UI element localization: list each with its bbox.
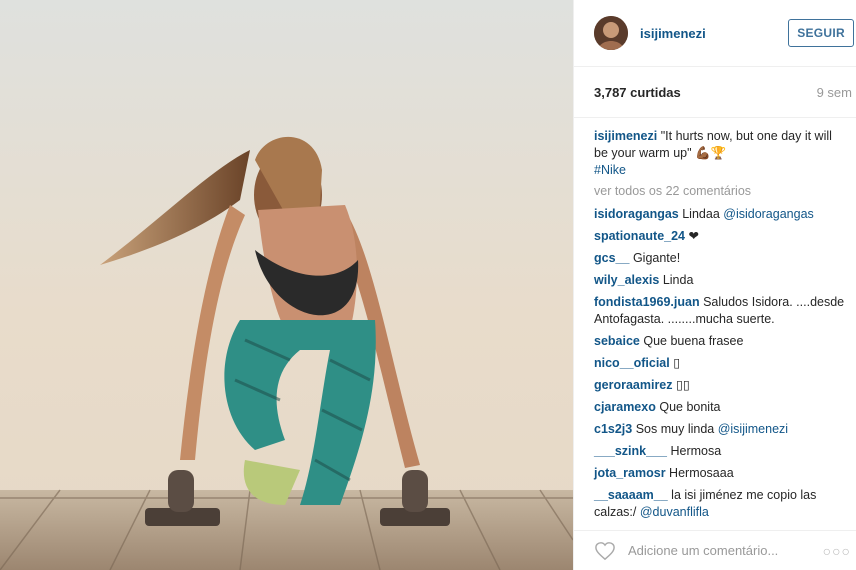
comment-username[interactable]: isidoragangas xyxy=(594,207,679,221)
comment-username[interactable]: cjaramexo xyxy=(594,400,656,414)
post-header: isijimenezi SEGUIR xyxy=(574,0,856,67)
comment-username[interactable]: __saaaam__ xyxy=(594,488,668,502)
comment-item: jota_ramosr Hermosaaa xyxy=(594,465,846,482)
comment-username[interactable]: c1s2j3 xyxy=(594,422,632,436)
caption-hashtag[interactable]: #Nike xyxy=(594,162,846,179)
comment-username[interactable]: fondista1969.juan xyxy=(594,295,700,309)
post-meta: 3,787 curtidas 9 sem xyxy=(574,67,856,118)
comment-username[interactable]: gcs__ xyxy=(594,251,629,265)
comment-username[interactable]: nico__oficial xyxy=(594,356,670,370)
comment-item: nico__oficial ▯ xyxy=(594,355,846,372)
header-username[interactable]: isijimenezi xyxy=(640,26,788,41)
more-icon[interactable]: ○○○ xyxy=(823,543,851,559)
comment-text: Gigante! xyxy=(632,251,681,265)
comment-text: Que buena frasee xyxy=(643,334,744,348)
comment-text: ▯▯ xyxy=(676,378,690,392)
comment-item: ___szink___ Hermosa xyxy=(594,443,846,460)
avatar[interactable] xyxy=(594,16,628,50)
follow-button[interactable]: SEGUIR xyxy=(788,19,854,47)
comment-text: ▯ xyxy=(673,356,681,370)
comment-item: c1s2j3 Sos muy linda @isijimenezi xyxy=(594,421,846,438)
comments-section: isijimenezi "It hurts now, but one day i… xyxy=(574,118,856,521)
comment-username[interactable]: geroraamirez xyxy=(594,378,673,392)
comment-mention[interactable]: @isidoragangas xyxy=(723,207,814,221)
caption-username[interactable]: isijimenezi xyxy=(594,129,657,143)
comment-username[interactable]: spationaute_24 xyxy=(594,229,685,243)
avatar-image xyxy=(594,16,628,50)
photo-illustration xyxy=(0,0,573,570)
post-container: isijimenezi SEGUIR 3,787 curtidas 9 sem … xyxy=(0,0,856,570)
post-photo[interactable] xyxy=(0,0,573,570)
comment-text: Hermosa xyxy=(670,444,722,458)
comment-text: Linda xyxy=(662,273,694,287)
heart-icon[interactable] xyxy=(594,541,616,561)
comment-text: Lindaa xyxy=(682,207,724,221)
comment-item: geroraamirez ▯▯ xyxy=(594,377,846,394)
comment-username[interactable]: ___szink___ xyxy=(594,444,667,458)
comment-username[interactable]: sebaice xyxy=(594,334,640,348)
comment-item: isidoragangas Lindaa @isidoragangas xyxy=(594,206,846,223)
comment-item: sebaice Que buena frasee xyxy=(594,333,846,350)
comment-item: __saaaam__ la isi jiménez me copio las c… xyxy=(594,487,846,521)
comment-text: Hermosaaa xyxy=(669,466,734,480)
comment-item: spationaute_24 ❤ xyxy=(594,228,846,245)
comment-item: wily_alexis Linda xyxy=(594,272,846,289)
comment-mention[interactable]: @isijimenezi xyxy=(718,422,788,436)
comment-text: ❤ xyxy=(688,229,699,243)
caption: isijimenezi "It hurts now, but one day i… xyxy=(594,128,846,179)
add-comment-input[interactable]: Adicione um comentário... xyxy=(628,543,823,558)
comment-bar: Adicione um comentário... ○○○ xyxy=(574,530,856,570)
comment-text: Sos muy linda xyxy=(635,422,718,436)
comment-username[interactable]: jota_ramosr xyxy=(594,466,666,480)
likes-count[interactable]: 3,787 curtidas xyxy=(594,85,681,100)
comment-mention[interactable]: @duvanflifla xyxy=(640,505,709,519)
timestamp: 9 sem xyxy=(816,84,852,100)
comment-username[interactable]: wily_alexis xyxy=(594,273,659,287)
post-sidebar: isijimenezi SEGUIR 3,787 curtidas 9 sem … xyxy=(573,0,856,570)
comment-text: Que bonita xyxy=(659,400,721,414)
comment-item: fondista1969.juan Saludos Isidora. ....d… xyxy=(594,294,846,328)
comment-item: cjaramexo Que bonita xyxy=(594,399,846,416)
comment-item: gcs__ Gigante! xyxy=(594,250,846,267)
view-all-comments-link[interactable]: ver todos os 22 comentários xyxy=(594,183,846,200)
